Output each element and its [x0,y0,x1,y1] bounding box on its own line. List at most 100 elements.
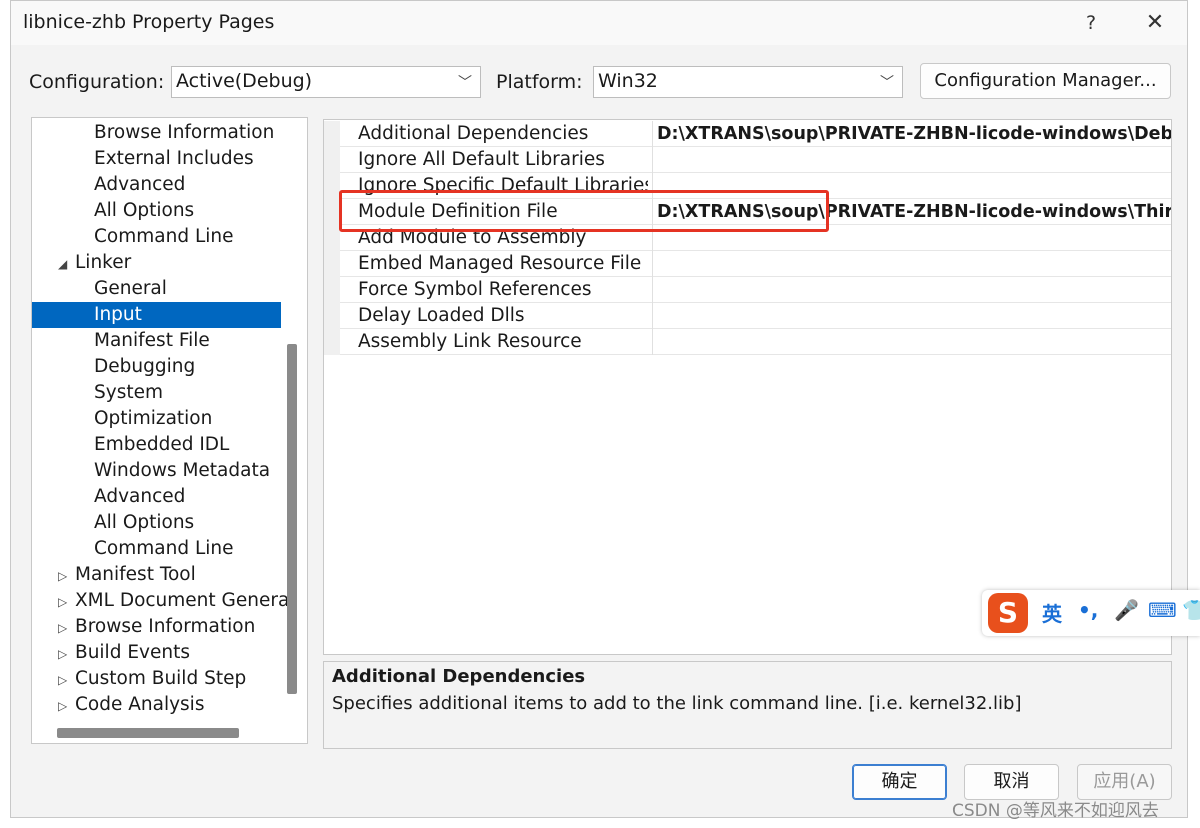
tree-item[interactable]: Input [32,302,281,328]
property-pages-dialog: libnice-zhb Property Pages ? ✕ Configura… [10,0,1188,818]
tree-item[interactable]: All Options [32,198,287,224]
property-value[interactable] [657,277,1171,303]
tree-vertical-scrollbar[interactable] [287,344,297,694]
property-value[interactable] [657,251,1171,277]
tree-item[interactable]: ▷ Browse Information [32,614,287,640]
ime-language-toggle[interactable]: 英 [1042,598,1062,627]
tree-item[interactable]: All Options [32,510,287,536]
configuration-label: Configuration: [29,71,165,93]
tree-item[interactable]: ▷ Build Events [32,640,287,666]
property-row[interactable]: Force Symbol References [324,277,1171,303]
tree-item[interactable]: Advanced [32,484,287,510]
property-row[interactable]: Assembly Link Resource [324,329,1171,355]
tree-item-label: Debugging [94,356,196,377]
chevron-down-icon: ﹀ [880,75,894,91]
title-bar: libnice-zhb Property Pages ? ✕ [11,1,1187,45]
tree-item[interactable]: Advanced [32,172,287,198]
help-button[interactable]: ? [1076,9,1106,37]
property-value[interactable] [657,303,1171,329]
tree-item-label: Optimization [94,408,213,429]
expand-arrow-icon[interactable]: ▷ [58,563,67,589]
property-name: Force Symbol References [358,279,592,300]
tree-item[interactable]: Optimization [32,406,287,432]
tree-item[interactable]: Browse Information [32,120,287,146]
tree-item[interactable]: System [32,380,287,406]
apply-button[interactable]: 应用(A) [1077,764,1172,800]
tree-item[interactable]: Debugging [32,354,287,380]
tree-item[interactable]: ▷ Manifest Tool [32,562,287,588]
property-row[interactable]: Additional Dependencies D:\XTRANS\soup\PR… [324,121,1171,147]
tree-item[interactable]: ▷ Code Analysis [32,692,287,718]
property-name: Assembly Link Resource [358,331,582,352]
platform-value: Win32 [598,70,658,92]
row-gutter [324,121,340,147]
ime-toolbar: S 英 •, 🎤 ⌨ 👕 [982,590,1200,636]
tree-item-label: XML Document Generat [75,590,297,611]
collapse-arrow-icon[interactable]: ◢ [58,251,67,277]
tree-item-label: All Options [94,200,195,221]
expand-arrow-icon[interactable]: ▷ [58,615,67,641]
microphone-icon[interactable]: 🎤 [1114,598,1139,622]
tree-item[interactable]: General [32,276,287,302]
skin-shirt-icon[interactable]: 👕 [1182,598,1200,622]
platform-label: Platform: [496,71,583,93]
row-gutter [324,303,340,329]
sogou-logo-icon[interactable]: S [988,593,1028,633]
row-gutter [324,173,340,199]
tree-item[interactable]: Command Line [32,224,287,250]
column-separator [652,277,653,303]
row-gutter [324,199,340,225]
tree-item-label: Linker [75,252,132,273]
tree-item-label: Advanced [94,486,186,507]
ok-button[interactable]: 确定 [852,764,947,800]
row-gutter [324,277,340,303]
tree-item-label: System [94,382,163,403]
tree-item[interactable]: Windows Metadata [32,458,287,484]
property-name: Embed Managed Resource File [358,253,642,274]
row-gutter [324,329,340,355]
property-row[interactable]: Ignore All Default Libraries [324,147,1171,173]
tree-horizontal-scrollbar[interactable] [57,728,239,738]
expand-arrow-icon[interactable]: ▷ [58,589,67,615]
tree-item-label: General [94,278,167,299]
tree-item-label: External Includes [94,148,254,169]
tree-item[interactable]: ◢ Linker [32,250,287,276]
tree-item[interactable]: Command Line [32,536,287,562]
tree-item[interactable]: Manifest File [32,328,287,354]
ime-punctuation-icon[interactable]: •, [1078,598,1098,622]
chevron-down-icon: ﹀ [458,75,472,91]
column-separator [652,303,653,329]
expand-arrow-icon[interactable]: ▷ [58,667,67,693]
keyboard-icon[interactable]: ⌨ [1148,598,1177,622]
tree-item-label: Advanced [94,174,186,195]
platform-dropdown[interactable]: Win32 ﹀ [593,66,903,98]
close-button[interactable]: ✕ [1139,9,1171,37]
configuration-manager-button[interactable]: Configuration Manager... [920,63,1171,99]
property-row[interactable]: Delay Loaded Dlls [324,303,1171,329]
watermark: CSDN @等风来不如迎风去 [952,801,1159,821]
tree-item[interactable]: ▷ XML Document Generat [32,588,297,615]
row-gutter [324,147,340,173]
column-separator [652,147,653,173]
tree-item[interactable]: ▷ Custom Build Step [32,666,287,692]
property-value[interactable] [657,329,1171,355]
tree-item-label: Input [94,304,142,325]
cancel-button[interactable]: 取消 [964,764,1059,800]
tree-item[interactable]: External Includes [32,146,287,172]
property-row[interactable]: Embed Managed Resource File [324,251,1171,277]
description-title: Additional Dependencies [332,666,586,687]
column-separator [652,251,653,277]
row-gutter [324,225,340,251]
tree-item-label: Manifest File [94,330,210,351]
tree-item-label: Browse Information [75,616,256,637]
property-value[interactable] [657,147,1171,173]
tree-item-label: Browse Information [94,122,275,143]
tree-item[interactable]: Embedded IDL [32,432,287,458]
row-gutter [324,251,340,277]
expand-arrow-icon[interactable]: ▷ [58,693,67,719]
configuration-dropdown[interactable]: Active(Debug) ﹀ [171,66,481,98]
property-value[interactable]: D:\XTRANS\soup\PRIVATE-ZHBN-licode-windo… [657,121,1171,147]
category-tree[interactable]: Browse Information External Includes Advan… [31,117,308,744]
property-name: Additional Dependencies [358,123,589,144]
expand-arrow-icon[interactable]: ▷ [58,641,67,667]
